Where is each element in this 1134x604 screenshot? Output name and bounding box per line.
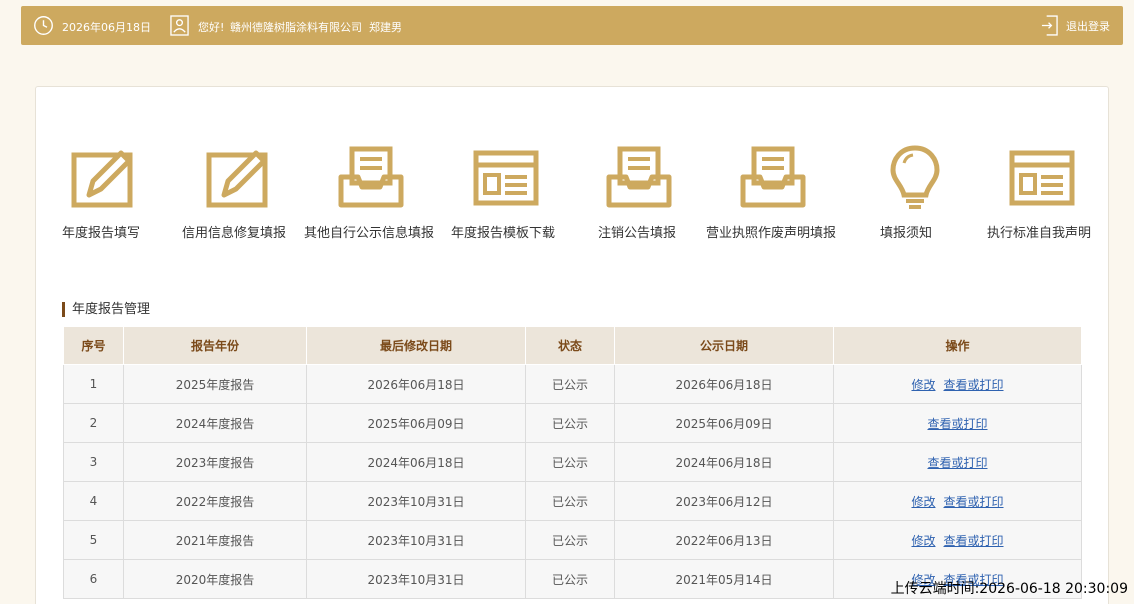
- view-print-link[interactable]: 查看或打印: [944, 495, 1004, 509]
- cell-year: 2022年度报告: [123, 481, 307, 521]
- cell-status: 已公示: [525, 442, 615, 482]
- function-label: 年度报告填写: [62, 226, 141, 241]
- current-date: 2026年06月18日: [62, 21, 151, 34]
- table-row: 3 2023年度报告 2024年06月18日 已公示 2024年06月18日 查看或打印: [63, 442, 1082, 482]
- function-label: 其他自行公示信息填报: [304, 226, 435, 241]
- column-header: 公示日期: [614, 326, 834, 365]
- edit-link[interactable]: 修改: [911, 378, 935, 392]
- inbox-tray-icon: [604, 143, 674, 213]
- cell-no: 1: [63, 364, 124, 404]
- cell-no: 6: [63, 559, 124, 599]
- cell-status: 已公示: [525, 403, 615, 443]
- cell-year: 2021年度报告: [123, 520, 307, 560]
- cell-modified: 2023年10月31日: [306, 559, 526, 599]
- cell-actions: 查看或打印: [833, 442, 1082, 482]
- person-name: 郑建男: [369, 21, 402, 34]
- edit-link[interactable]: 修改: [911, 534, 935, 548]
- cell-modified: 2026年06月18日: [306, 364, 526, 404]
- view-print-link[interactable]: 查看或打印: [927, 417, 987, 431]
- upload-timestamp: 上传云端时间:2026-06-18 20:30:09: [890, 581, 1128, 597]
- company-name: 赣州德隆树脂涂料有限公司: [230, 21, 362, 34]
- column-header: 操作: [833, 326, 1082, 365]
- inbox-tray-icon: [738, 143, 808, 213]
- main-panel: 年度报告填写 信用信息修复填报 其他自行公示信息填报 年度报告模板下载 注销公告…: [35, 86, 1109, 604]
- lightbulb-icon: [880, 143, 950, 213]
- cell-modified: 2023年10月31日: [306, 481, 526, 521]
- cell-status: 已公示: [525, 364, 615, 404]
- function-label: 执行标准自我声明: [987, 226, 1092, 241]
- greeting: 您好!: [198, 21, 225, 34]
- clock-icon: [34, 16, 53, 35]
- function-label: 年度报告模板下载: [451, 226, 556, 241]
- edit-icon: [204, 143, 274, 213]
- edit-link[interactable]: 修改: [911, 495, 935, 509]
- cell-no: 4: [63, 481, 124, 521]
- cell-year: 2024年度报告: [123, 403, 307, 443]
- cell-year: 2023年度报告: [123, 442, 307, 482]
- table-row: 4 2022年度报告 2023年10月31日 已公示 2023年06月12日 修改 查看或打…: [63, 481, 1082, 521]
- cell-year: 2025年度报告: [123, 364, 307, 404]
- edit-icon: [69, 143, 139, 213]
- table-row: 2 2024年度报告 2025年06月09日 已公示 2025年06月09日 查看或打印: [63, 403, 1082, 443]
- annual-report-table: 序号 报告年份 最后修改日期 状态 公示日期 操作 1 2025年度报告 2026年…: [63, 326, 1082, 599]
- user-icon: [170, 15, 189, 36]
- cell-published: 2026年06月18日: [614, 364, 834, 404]
- cell-no: 3: [63, 442, 124, 482]
- column-header: 状态: [525, 326, 615, 365]
- table-header-row: 序号 报告年份 最后修改日期 状态 公示日期 操作: [63, 326, 1082, 365]
- cell-status: 已公示: [525, 520, 615, 560]
- cell-modified: 2025年06月09日: [306, 403, 526, 443]
- cell-modified: 2024年06月18日: [306, 442, 526, 482]
- cell-published: 2023年06月12日: [614, 481, 834, 521]
- cell-actions: 修改 查看或打印: [833, 520, 1082, 560]
- logout-label: 退出登录: [1066, 19, 1110, 33]
- view-print-link[interactable]: 查看或打印: [944, 534, 1004, 548]
- top-bar: 2026年06月18日 您好! 赣州德隆树脂涂料有限公司 郑建男 退出登录: [21, 6, 1123, 45]
- logout-button[interactable]: 退出登录: [1041, 15, 1110, 36]
- template-icon: [1007, 143, 1077, 213]
- cell-actions: 查看或打印: [833, 403, 1082, 443]
- function-label: 营业执照作废声明填报: [706, 226, 837, 241]
- cell-published: 2025年06月09日: [614, 403, 834, 443]
- function-label: 信用信息修复填报: [182, 226, 287, 241]
- table-row: 5 2021年度报告 2023年10月31日 已公示 2022年06月13日 修改 查看或打…: [63, 520, 1082, 560]
- logout-icon: [1041, 15, 1058, 36]
- cell-no: 2: [63, 403, 124, 443]
- cell-published: 2021年05月14日: [614, 559, 834, 599]
- table-row: 1 2025年度报告 2026年06月18日 已公示 2026年06月18日 修改 查看或打…: [63, 364, 1082, 404]
- cell-status: 已公示: [525, 559, 615, 599]
- cell-actions: 修改 查看或打印: [833, 481, 1082, 521]
- view-print-link[interactable]: 查看或打印: [944, 378, 1004, 392]
- column-header: 报告年份: [123, 326, 307, 365]
- cell-modified: 2023年10月31日: [306, 520, 526, 560]
- cell-published: 2022年06月13日: [614, 520, 834, 560]
- column-header: 序号: [63, 326, 124, 365]
- view-print-link[interactable]: 查看或打印: [927, 456, 987, 470]
- inbox-tray-icon: [336, 143, 406, 213]
- template-icon: [471, 143, 541, 213]
- cell-published: 2024年06月18日: [614, 442, 834, 482]
- cell-no: 5: [63, 520, 124, 560]
- cell-actions: 修改 查看或打印: [833, 364, 1082, 404]
- cell-status: 已公示: [525, 481, 615, 521]
- cell-year: 2020年度报告: [123, 559, 307, 599]
- section-title: 年度报告管理: [62, 302, 150, 317]
- column-header: 最后修改日期: [306, 326, 526, 365]
